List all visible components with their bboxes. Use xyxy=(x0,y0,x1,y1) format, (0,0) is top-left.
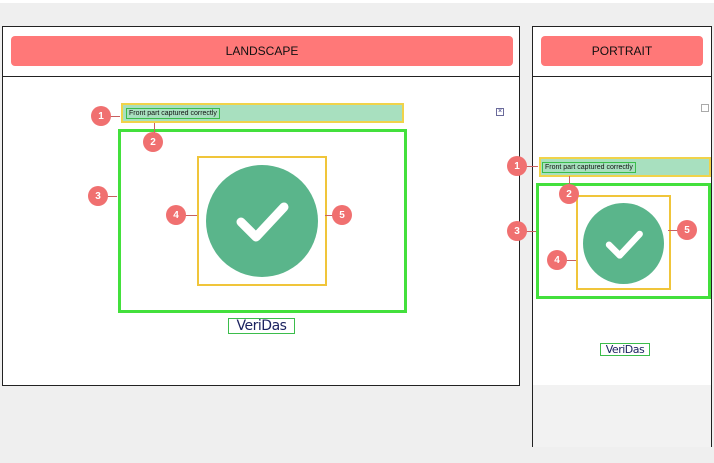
portrait-screen: Front part captured correctly VeriDas xyxy=(535,99,711,385)
marker-leader xyxy=(185,215,197,216)
close-icon[interactable] xyxy=(701,104,709,112)
marker-2: 2 xyxy=(559,184,579,204)
marker-leader xyxy=(526,231,536,232)
landscape-header: LANDSCAPE xyxy=(11,36,513,66)
marker-2: 2 xyxy=(143,132,163,152)
marker-leader xyxy=(107,196,117,197)
check-icon xyxy=(583,203,664,284)
close-icon[interactable]: × xyxy=(496,108,504,116)
landscape-screen: Front part captured correctly × VeriDas xyxy=(15,96,508,346)
portrait-bottom-area xyxy=(533,385,711,447)
veridas-logo: VeriDas xyxy=(600,343,650,356)
marker-1: 1 xyxy=(507,156,527,176)
message-text: Front part captured correctly xyxy=(542,162,636,173)
portrait-header: PORTRAIT xyxy=(541,36,703,66)
message-text: Front part captured correctly xyxy=(126,108,220,119)
header-divider xyxy=(3,76,519,77)
header-divider xyxy=(533,76,711,77)
marker-4: 4 xyxy=(547,250,567,270)
marker-3: 3 xyxy=(88,186,108,206)
marker-leader xyxy=(526,166,538,167)
marker-1: 1 xyxy=(91,106,111,126)
veridas-logo: VeriDas xyxy=(228,318,295,334)
marker-4: 4 xyxy=(166,205,186,225)
marker-3: 3 xyxy=(507,221,527,241)
marker-5: 5 xyxy=(332,205,352,225)
landscape-panel: LANDSCAPE Front part captured correctly … xyxy=(2,26,520,386)
check-icon xyxy=(206,165,318,277)
marker-leader xyxy=(110,116,120,117)
marker-5: 5 xyxy=(677,220,697,240)
